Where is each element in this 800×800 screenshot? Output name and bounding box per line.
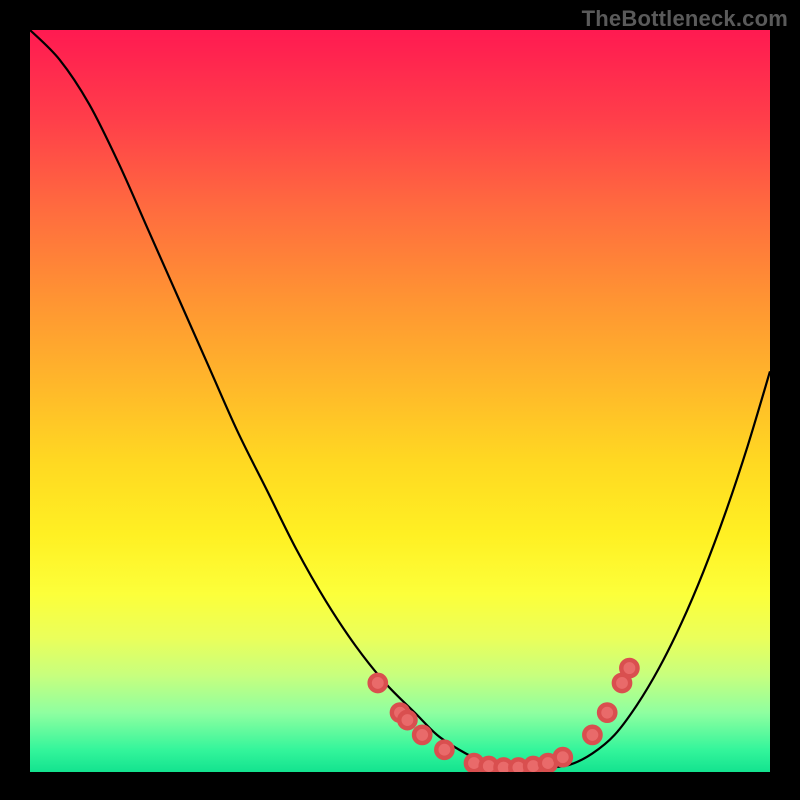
bottleneck-curve	[30, 30, 770, 768]
curve-marker	[555, 749, 571, 765]
curve-marker	[436, 742, 452, 758]
curve-marker	[414, 727, 430, 743]
plot-area	[30, 30, 770, 772]
curve-marker	[599, 704, 615, 720]
curve-marker	[399, 712, 415, 728]
watermark-text: TheBottleneck.com	[582, 6, 788, 32]
curve-layer	[30, 30, 770, 772]
curve-markers	[370, 660, 638, 772]
curve-marker	[621, 660, 637, 676]
curve-marker	[584, 727, 600, 743]
chart-frame: TheBottleneck.com	[0, 0, 800, 800]
curve-marker	[370, 675, 386, 691]
